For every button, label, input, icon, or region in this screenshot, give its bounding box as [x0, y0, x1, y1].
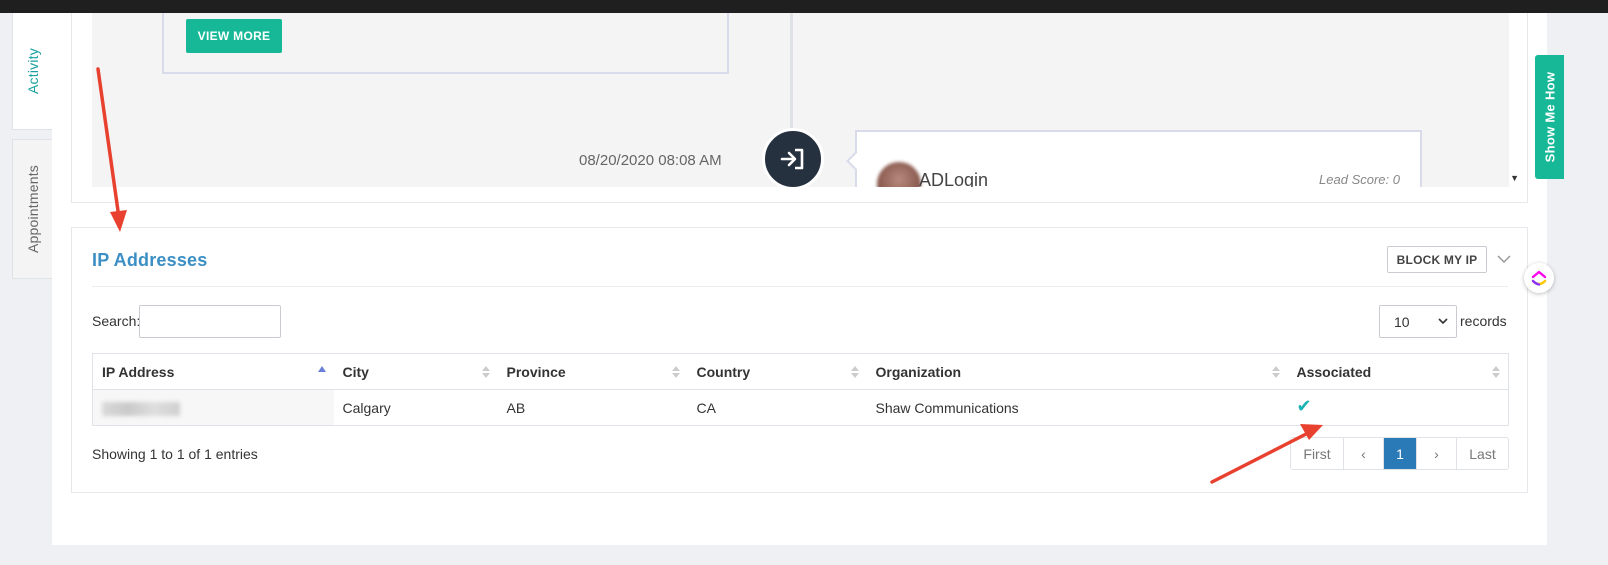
pagination: First ‹ 1 › Last: [1290, 437, 1509, 470]
column-header-province[interactable]: Province: [497, 353, 688, 390]
divider: [92, 286, 1508, 287]
records-label: records: [1460, 313, 1507, 329]
timeline-date: 08/20/2020 08:08 AM: [579, 152, 722, 169]
cell-ip-address: [92, 389, 334, 426]
timeline-entry-right: ADLogin Lead Score: 0: [855, 130, 1422, 187]
sort-icon: [671, 366, 680, 378]
main-panel: VIEW MORE 08/20/2020 08:08 AM ADLogin Le…: [52, 13, 1547, 545]
ip-table: IP Address City Province Country Organiz…: [92, 353, 1509, 426]
activity-card: VIEW MORE 08/20/2020 08:08 AM ADLogin Le…: [71, 13, 1528, 203]
chevron-down-icon: [1438, 318, 1448, 325]
page-first-button[interactable]: First: [1291, 438, 1344, 469]
sort-ascending-icon: [317, 366, 326, 372]
column-header-city[interactable]: City: [333, 353, 498, 390]
tab-activity-label: Activity: [24, 48, 41, 94]
timeline-entry-left: VIEW MORE: [162, 13, 729, 74]
section-title: IP Addresses: [92, 250, 208, 270]
records-value: 10: [1394, 313, 1410, 330]
page: Activity Appointments VIEW MORE 08/20/20…: [0, 13, 1608, 565]
cell-organization: Shaw Communications: [866, 389, 1288, 426]
table-info: Showing 1 to 1 of 1 entries: [92, 446, 258, 462]
cell-associated: ✔: [1287, 389, 1509, 426]
table-row: Calgary AB CA Shaw Communications ✔: [92, 389, 1509, 426]
records-per-page-select[interactable]: 10: [1379, 305, 1457, 338]
tab-appointments[interactable]: Appointments: [12, 139, 52, 279]
cell-city: Calgary: [333, 389, 498, 426]
clickup-logo-icon[interactable]: [1524, 263, 1554, 293]
column-header-ip-address[interactable]: IP Address: [92, 353, 334, 390]
chevron-down-icon[interactable]: [1495, 250, 1513, 268]
activity-timeline[interactable]: VIEW MORE 08/20/2020 08:08 AM ADLogin Le…: [92, 13, 1509, 187]
column-header-associated[interactable]: Associated: [1287, 353, 1509, 390]
page-last-button[interactable]: Last: [1457, 438, 1508, 469]
page-prev-button[interactable]: ‹: [1344, 438, 1384, 469]
login-icon: [762, 128, 824, 187]
column-header-country[interactable]: Country: [687, 353, 867, 390]
ip-addresses-card: IP Addresses BLOCK MY IP Search: 10 reco…: [71, 227, 1528, 493]
column-header-organization[interactable]: Organization: [866, 353, 1288, 390]
block-my-ip-button[interactable]: BLOCK MY IP: [1387, 246, 1487, 273]
redacted-ip: [102, 401, 180, 416]
search-input[interactable]: [139, 305, 281, 338]
lead-score: Lead Score: 0: [1319, 172, 1400, 187]
sort-icon: [1492, 366, 1500, 378]
view-more-button[interactable]: VIEW MORE: [186, 19, 282, 53]
tab-activity[interactable]: Activity: [12, 13, 52, 130]
page-next-button[interactable]: ›: [1417, 438, 1457, 469]
sort-icon: [1271, 366, 1280, 378]
tab-appointments-label: Appointments: [24, 164, 41, 254]
cell-province: AB: [497, 389, 688, 426]
scroll-down-icon[interactable]: ▼: [1510, 173, 1519, 183]
cell-country: CA: [687, 389, 867, 426]
avatar: [877, 162, 921, 187]
show-me-how-label: Show Me How: [1542, 71, 1557, 163]
checkmark-icon: ✔: [1296, 395, 1312, 416]
sort-icon: [850, 366, 859, 378]
event-title: ADLogin: [919, 170, 989, 187]
sort-icon: [481, 366, 490, 378]
search-label: Search:: [92, 313, 141, 329]
show-me-how-button[interactable]: Show Me How: [1535, 55, 1564, 179]
page-number-button[interactable]: 1: [1384, 438, 1417, 469]
